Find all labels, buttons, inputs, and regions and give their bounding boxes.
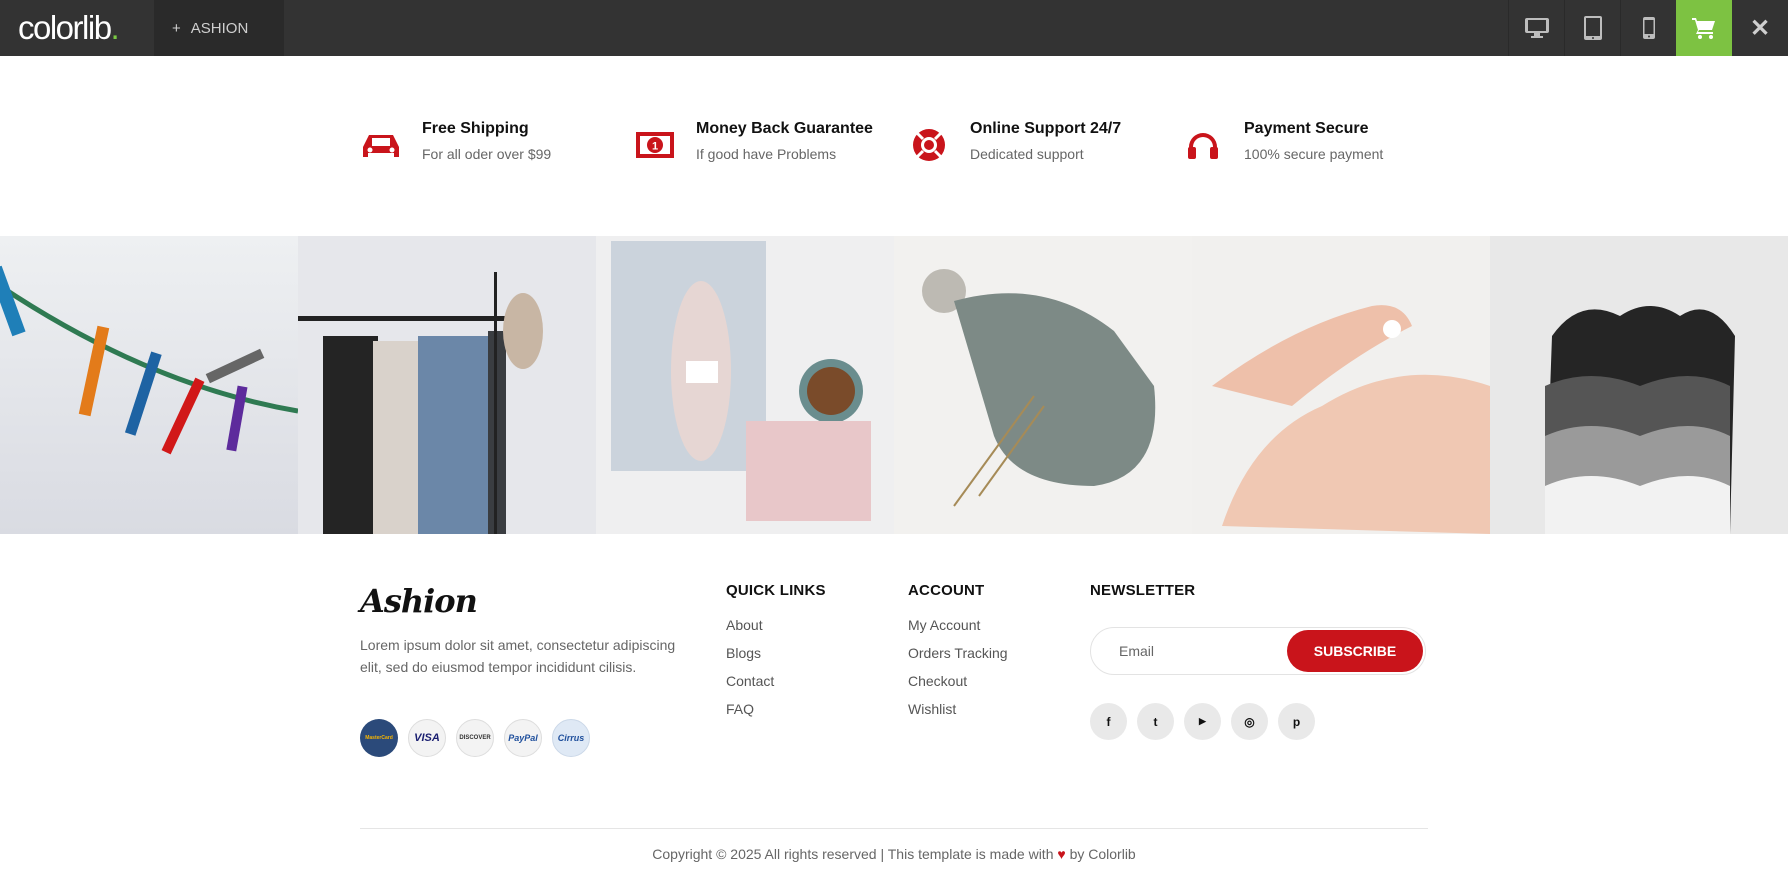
discover-icon: DISCOVER (456, 719, 494, 757)
cart-icon (1692, 18, 1715, 39)
footer-link-faq[interactable]: FAQ (726, 701, 826, 717)
close-icon: ✕ (1749, 14, 1771, 42)
gallery-image-clothespins[interactable] (0, 236, 298, 534)
copyright-prefix: Copyright © 2025 All rights reserved | T… (652, 846, 1054, 862)
feature-payment-secure: Payment Secure 100% secure payment (1182, 120, 1456, 166)
features-row: Free Shipping For all oder over $99 1 Mo… (360, 120, 1460, 166)
payment-methods: MasterCard VISA DISCOVER PayPal Cirrus (360, 719, 590, 757)
feature-money-back: 1 Money Back Guarantee If good have Prob… (634, 120, 908, 166)
footer-link-contact[interactable]: Contact (726, 673, 826, 689)
feature-subtitle: 100% secure payment (1244, 146, 1384, 162)
pinterest-icon[interactable]: p (1278, 703, 1315, 740)
paypal-icon: PayPal (504, 719, 542, 757)
lifebuoy-icon (908, 124, 950, 166)
facebook-icon[interactable]: f (1090, 703, 1127, 740)
cirrus-icon: Cirrus (552, 719, 590, 757)
mobile-view-button[interactable] (1620, 0, 1676, 56)
instagram-gallery (0, 236, 1788, 534)
brand-text: colorlib (18, 9, 112, 46)
visa-icon: VISA (408, 719, 446, 757)
footer-link-checkout[interactable]: Checkout (908, 673, 1008, 689)
gallery-image-clothes-rack[interactable] (298, 236, 596, 534)
feature-subtitle: For all oder over $99 (422, 146, 552, 162)
feature-title: Free Shipping (422, 120, 529, 137)
instagram-icon[interactable]: ◎ (1231, 703, 1268, 740)
gallery-image-hand-lotion[interactable] (1192, 236, 1490, 534)
footer-link-about[interactable]: About (726, 617, 826, 633)
footer-link-wishlist[interactable]: Wishlist (908, 701, 1008, 717)
preview-topbar: colorlib. + ASHION ✕ (0, 0, 1788, 56)
footer-divider (360, 828, 1428, 829)
gallery-image-knit-bonnet[interactable] (894, 236, 1192, 534)
footer-about-text: Lorem ipsum dolor sit amet, consectetur … (360, 637, 676, 675)
desktop-view-button[interactable] (1508, 0, 1564, 56)
feature-subtitle: Dedicated support (970, 146, 1084, 162)
gallery-image-yarn-and-coffee[interactable] (596, 236, 894, 534)
heart-icon: ♥ (1057, 846, 1066, 862)
money-icon: 1 (634, 124, 676, 166)
copyright-suffix: by Colorlib (1069, 846, 1136, 862)
email-input[interactable]: Email (1091, 643, 1287, 659)
feature-free-shipping: Free Shipping For all oder over $99 (360, 120, 634, 166)
desktop-icon (1524, 18, 1549, 38)
twitter-icon[interactable]: t (1137, 703, 1174, 740)
newsletter-title: NEWSLETTER (1090, 582, 1196, 599)
account-column: ACCOUNT My Account Orders Tracking Check… (908, 582, 1008, 729)
svg-text:1: 1 (652, 141, 658, 153)
close-button[interactable]: ✕ (1732, 0, 1788, 56)
theme-tab[interactable]: + ASHION (154, 0, 284, 56)
newsletter-column: NEWSLETTER (1090, 582, 1195, 617)
quick-links-column: QUICK LINKS About Blogs Contact FAQ (726, 582, 826, 729)
copyright-text: Copyright © 2025 All rights reserved | T… (0, 846, 1788, 862)
car-icon (360, 124, 402, 166)
tablet-view-button[interactable] (1564, 0, 1620, 56)
theme-name: ASHION (190, 19, 249, 37)
footer-link-blogs[interactable]: Blogs (726, 645, 826, 661)
feature-title: Money Back Guarantee (696, 120, 873, 137)
tablet-icon (1583, 16, 1602, 40)
colorlib-logo[interactable]: colorlib. (0, 0, 154, 56)
newsletter-form: Email SUBSCRIBE (1090, 627, 1426, 675)
feature-title: Online Support 24/7 (970, 120, 1122, 137)
feature-online-support: Online Support 24/7 Dedicated support (908, 120, 1182, 166)
brand-dot: . (110, 9, 120, 46)
gallery-image-tank-tops[interactable] (1490, 236, 1788, 534)
mastercard-icon: MasterCard (360, 719, 398, 757)
headset-icon (1182, 124, 1224, 166)
plus-icon: + (172, 19, 181, 37)
youtube-icon[interactable]: ▶ (1184, 703, 1221, 740)
social-links: f t ▶ ◎ p (1090, 703, 1315, 740)
mobile-icon (1642, 17, 1655, 39)
cart-button[interactable] (1676, 0, 1732, 56)
footer-link-my-account[interactable]: My Account (908, 617, 1008, 633)
footer-logo[interactable]: Ashion (360, 582, 478, 620)
subscribe-button[interactable]: SUBSCRIBE (1287, 630, 1423, 672)
account-title: ACCOUNT (908, 582, 985, 599)
footer-link-orders-tracking[interactable]: Orders Tracking (908, 645, 1008, 661)
feature-title: Payment Secure (1244, 120, 1369, 137)
quick-links-title: QUICK LINKS (726, 582, 826, 599)
feature-subtitle: If good have Problems (696, 146, 837, 162)
